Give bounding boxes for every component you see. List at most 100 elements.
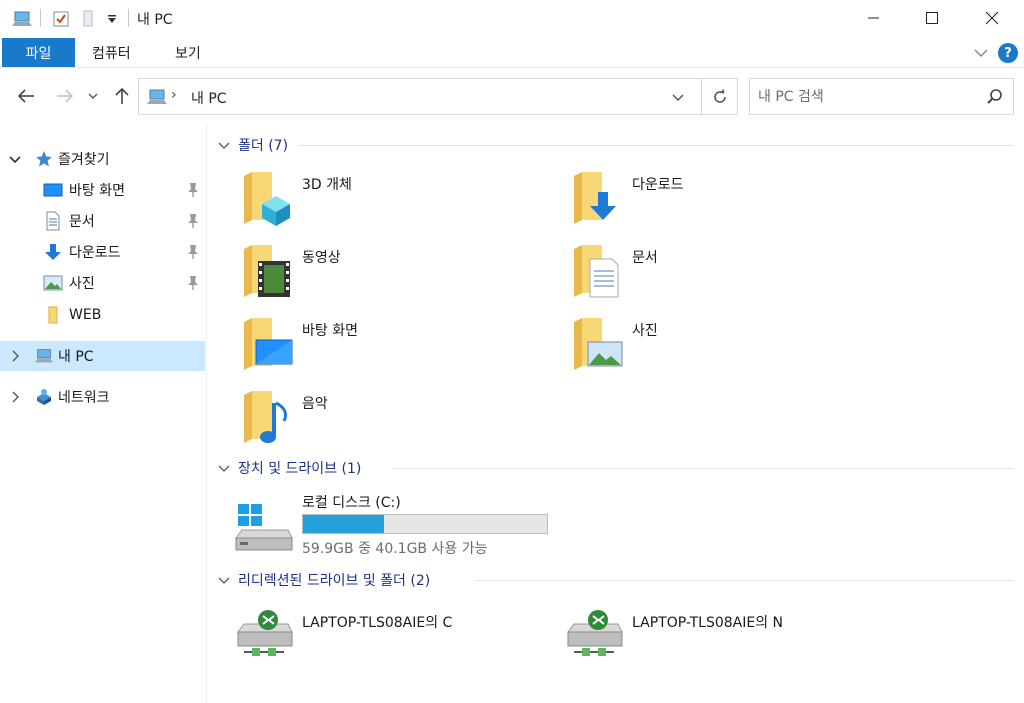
picture-folder-icon — [574, 318, 623, 370]
sidebar-item-this-pc[interactable]: 내 PC — [0, 341, 205, 371]
folder-icon — [43, 305, 63, 325]
customize-quick-access-icon[interactable] — [104, 8, 120, 30]
sidebar-item-web[interactable]: WEB — [0, 300, 205, 330]
group-divider — [298, 145, 1014, 146]
sidebar-item-label: WEB — [69, 307, 102, 323]
folder-label: 3D 개체 — [302, 177, 352, 193]
devices-group-header[interactable]: 장치 및 드라이브 (1) — [218, 457, 361, 479]
video-folder-icon — [244, 245, 290, 297]
folder-label: 바탕 화면 — [302, 323, 358, 339]
3d-objects-icon — [244, 172, 290, 226]
network-icon — [34, 387, 54, 407]
folder-3d-objects[interactable]: 3D 개체 — [242, 170, 542, 234]
sidebar-item-label: 문서 — [69, 214, 95, 230]
breadcrumb-chevron-icon[interactable]: › — [171, 87, 177, 103]
sidebar-item-label: 즐겨찾기 — [58, 152, 110, 168]
pin-icon[interactable] — [186, 244, 200, 260]
up-button[interactable] — [112, 86, 132, 106]
drive-local-c[interactable]: 로컬 디스크 (C:) 59.9GB 중 40.1GB 사용 가능 — [234, 490, 564, 560]
forward-arrow-icon — [57, 89, 74, 103]
sidebar-item-documents[interactable]: 문서 — [0, 206, 205, 236]
chevron-right-icon[interactable] — [8, 390, 22, 404]
refresh-button[interactable] — [701, 79, 738, 114]
chevron-down-icon — [218, 577, 230, 584]
chevron-down-icon — [218, 465, 230, 472]
network-drive-n[interactable]: LAPTOP-TLS08AIE의 N — [564, 606, 894, 666]
sidebar-item-pictures[interactable]: 사진 — [0, 268, 205, 298]
minimize-button[interactable] — [844, 0, 904, 36]
chevron-right-icon[interactable] — [8, 349, 22, 363]
drive-free-space: 59.9GB 중 40.1GB 사용 가능 — [302, 541, 488, 557]
tab-computer[interactable]: 컴퓨터 — [92, 38, 131, 67]
expand-ribbon-icon[interactable] — [972, 44, 990, 62]
folder-documents[interactable]: 문서 — [572, 243, 872, 307]
pin-icon[interactable] — [186, 213, 200, 229]
network-drive-icon — [237, 610, 293, 656]
window-title: 내 PC — [137, 12, 173, 28]
search-input[interactable] — [758, 87, 978, 107]
folder-music[interactable]: 음악 — [242, 389, 542, 453]
this-pc-icon[interactable] — [10, 8, 34, 30]
sidebar-item-label: 다운로드 — [69, 245, 121, 261]
chevron-down-icon[interactable] — [8, 152, 22, 166]
sidebar-item-desktop[interactable]: 바탕 화면 — [0, 175, 205, 205]
folder-label: 동영상 — [302, 250, 341, 266]
maximize-button[interactable] — [902, 0, 962, 36]
title-bar: 내 PC — [0, 0, 1024, 38]
chevron-down-icon — [88, 93, 98, 99]
sidebar-item-downloads[interactable]: 다운로드 — [0, 237, 205, 267]
picture-icon — [43, 273, 63, 293]
sidebar-item-label: 바탕 화면 — [69, 183, 125, 199]
refresh-icon — [714, 88, 726, 103]
drive-usage-fill — [303, 515, 384, 533]
download-folder-icon — [574, 172, 616, 224]
address-bar[interactable]: › 내 PC — [138, 78, 738, 115]
back-button[interactable] — [16, 86, 36, 106]
back-arrow-icon — [17, 89, 34, 103]
network-drive-label: LAPTOP-TLS08AIE의 N — [632, 615, 784, 631]
download-icon — [43, 242, 63, 262]
sidebar-item-quick-access[interactable]: 즐겨찾기 — [0, 144, 205, 174]
group-divider — [476, 580, 1014, 581]
address-dropdown-icon[interactable] — [669, 88, 687, 106]
title-separator — [128, 9, 129, 27]
this-pc-icon — [34, 346, 54, 366]
ribbon-tabs: 파일 컴퓨터 보기 ? — [0, 38, 1024, 68]
sidebar-item-label: 네트워크 — [58, 390, 110, 406]
folder-downloads[interactable]: 다운로드 — [572, 170, 872, 234]
new-folder-icon[interactable] — [78, 8, 100, 30]
folders-group-header[interactable]: 폴더 (7) — [218, 134, 288, 156]
desktop-folder-icon — [244, 318, 293, 370]
sidebar-item-network[interactable]: 네트워크 — [0, 382, 205, 412]
document-folder-icon — [574, 245, 619, 298]
tab-file[interactable]: 파일 — [2, 38, 75, 67]
group-label: 폴더 (7) — [238, 138, 289, 154]
drive-usage-bar — [302, 514, 548, 534]
folder-label: 음악 — [302, 396, 328, 412]
recent-locations-button[interactable] — [86, 86, 100, 106]
pin-icon[interactable] — [186, 275, 200, 291]
sidebar-item-label: 내 PC — [58, 349, 94, 365]
file-list: 폴더 (7) 3D 개체 다운로드 동영상 문서 바탕 화면 사진 음악 장치 … — [208, 124, 1024, 703]
quick-access-separator — [40, 9, 41, 27]
redirected-drives-group-header[interactable]: 리디렉션된 드라이브 및 폴더 (2) — [218, 569, 430, 591]
search-icon[interactable] — [986, 88, 1004, 106]
network-drive-c[interactable]: LAPTOP-TLS08AIE의 C — [234, 606, 564, 666]
folder-label: 사진 — [632, 323, 658, 339]
star-icon — [34, 149, 54, 169]
tab-view[interactable]: 보기 — [175, 38, 201, 67]
folder-videos[interactable]: 동영상 — [242, 243, 542, 307]
breadcrumb-this-pc[interactable]: 내 PC — [191, 88, 227, 108]
help-button[interactable]: ? — [998, 43, 1018, 63]
pin-icon[interactable] — [186, 182, 200, 198]
forward-button[interactable] — [55, 86, 75, 106]
folder-desktop[interactable]: 바탕 화면 — [242, 316, 542, 380]
drive-name: 로컬 디스크 (C:) — [302, 495, 401, 511]
folder-pictures[interactable]: 사진 — [572, 316, 872, 380]
music-folder-icon — [244, 391, 288, 443]
close-button[interactable] — [962, 0, 1022, 36]
search-box — [749, 78, 1014, 115]
properties-icon[interactable] — [50, 8, 72, 30]
document-icon — [43, 211, 63, 231]
hard-drive-icon — [235, 504, 293, 551]
